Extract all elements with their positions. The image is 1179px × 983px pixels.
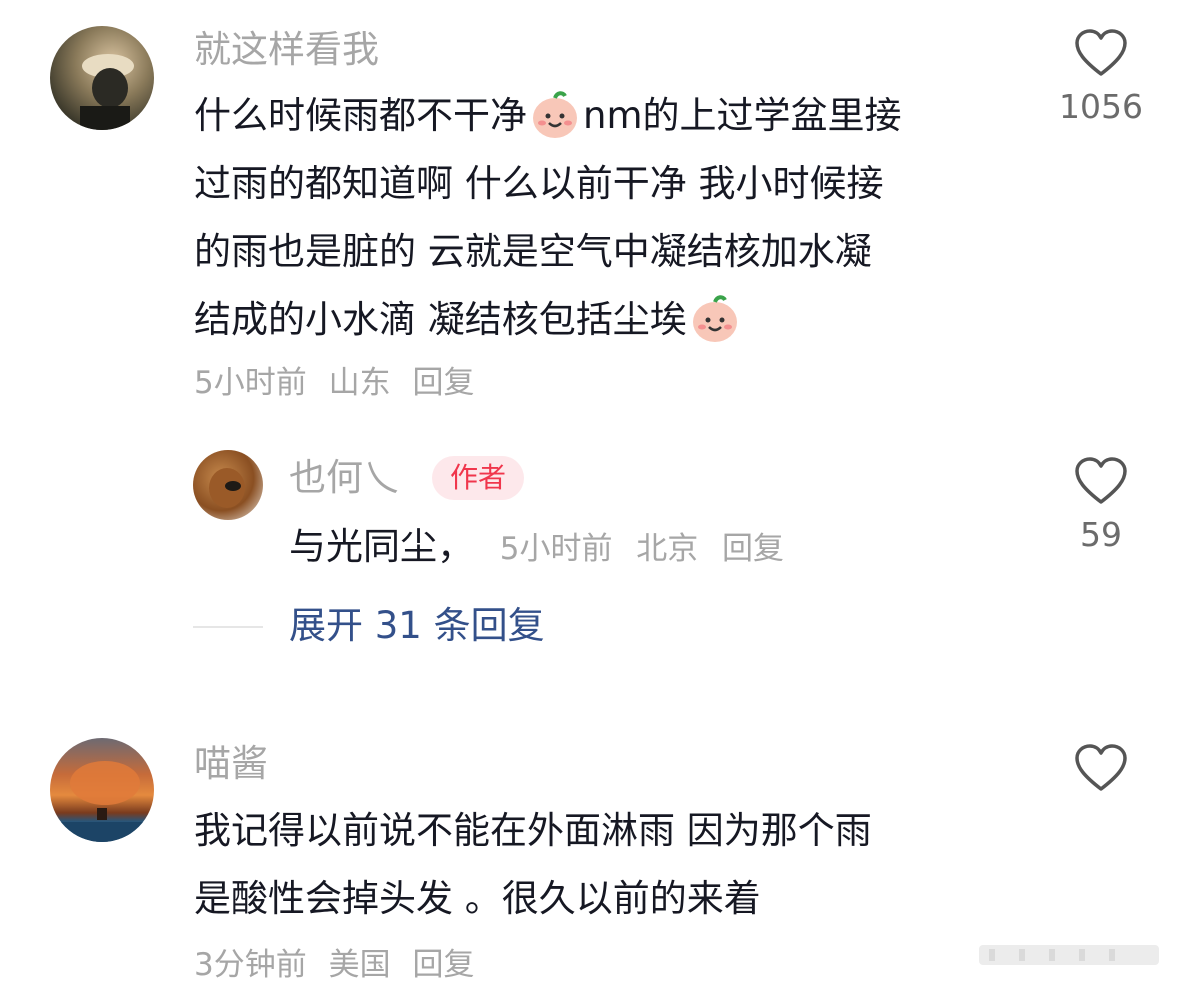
text-segment: nm的上过学盆里接: [583, 94, 902, 137]
expand-replies-button[interactable]: 展开 31 条回复: [289, 607, 545, 644]
smile-emoji-icon: [533, 90, 577, 138]
location: 山东: [328, 365, 391, 401]
heart-icon: [1075, 457, 1127, 504]
smile-emoji-icon: [692, 294, 737, 342]
avatar[interactable]: [193, 450, 263, 520]
heart-icon: [1075, 29, 1127, 76]
comment-meta: 5小时前 山东 回复: [194, 368, 486, 399]
comment-meta: 3分钟前 美国 回复: [194, 950, 486, 981]
avatar-dog: [209, 468, 245, 508]
comment-line: 过雨的都知道啊 什么以前干净 我小时候接: [194, 162, 884, 205]
reply-button[interactable]: 回复: [412, 365, 474, 401]
comment-text: 什么时候雨都不干净 nm的上过学盆里接 过雨的都知道啊 什么以前干净 我小时候接…: [194, 82, 902, 354]
username[interactable]: 也何乀: [289, 459, 400, 496]
reply-text: 与光同尘，: [289, 525, 474, 568]
comment-text: 我记得以前说不能在外面淋雨 因为那个雨 是酸性会掉头发 。很久以前的来着: [194, 797, 872, 933]
comment-line: 的雨也是脏的 云就是空气中凝结核加水凝: [194, 230, 872, 273]
username[interactable]: 喵酱: [194, 745, 268, 782]
reply-button[interactable]: 回复: [412, 947, 474, 983]
location: 北京: [636, 531, 699, 567]
author-badge: 作者: [432, 456, 525, 500]
comment-line: 什么时候雨都不干净 nm的上过学盆里接: [194, 82, 902, 150]
like-button[interactable]: [1051, 743, 1151, 793]
timestamp: 5小时前: [194, 365, 307, 401]
comment-line: 结成的小水滴 凝结核包括尘埃: [194, 286, 902, 354]
avatar-sunset-ship: [50, 761, 154, 842]
like-button[interactable]: 59: [1051, 456, 1151, 551]
like-count: 59: [1080, 515, 1122, 554]
comment-line: 是酸性会掉头发 。很久以前的来着: [194, 877, 761, 920]
avatar-portrait: [80, 54, 134, 130]
reply-button[interactable]: 回复: [722, 531, 784, 567]
comment-line: 我记得以前说不能在外面淋雨 因为那个雨: [194, 809, 872, 852]
username[interactable]: 就这样看我: [194, 31, 379, 68]
text-segment: 结成的小水滴 凝结核包括尘埃: [194, 298, 687, 341]
like-count: 1056: [1059, 87, 1143, 126]
like-button[interactable]: 1056: [1051, 28, 1151, 123]
timestamp: 3分钟前: [194, 947, 307, 983]
reply-row: 与光同尘， 5小时前 北京 回复: [289, 528, 796, 565]
divider: [193, 626, 263, 628]
heart-icon: [1075, 744, 1127, 791]
avatar[interactable]: [50, 26, 154, 130]
watermark-icon: [979, 945, 1159, 965]
location: 美国: [328, 947, 391, 983]
timestamp: 5小时前: [499, 531, 613, 567]
avatar[interactable]: [50, 738, 154, 842]
text-segment: 什么时候雨都不干净: [194, 94, 527, 137]
